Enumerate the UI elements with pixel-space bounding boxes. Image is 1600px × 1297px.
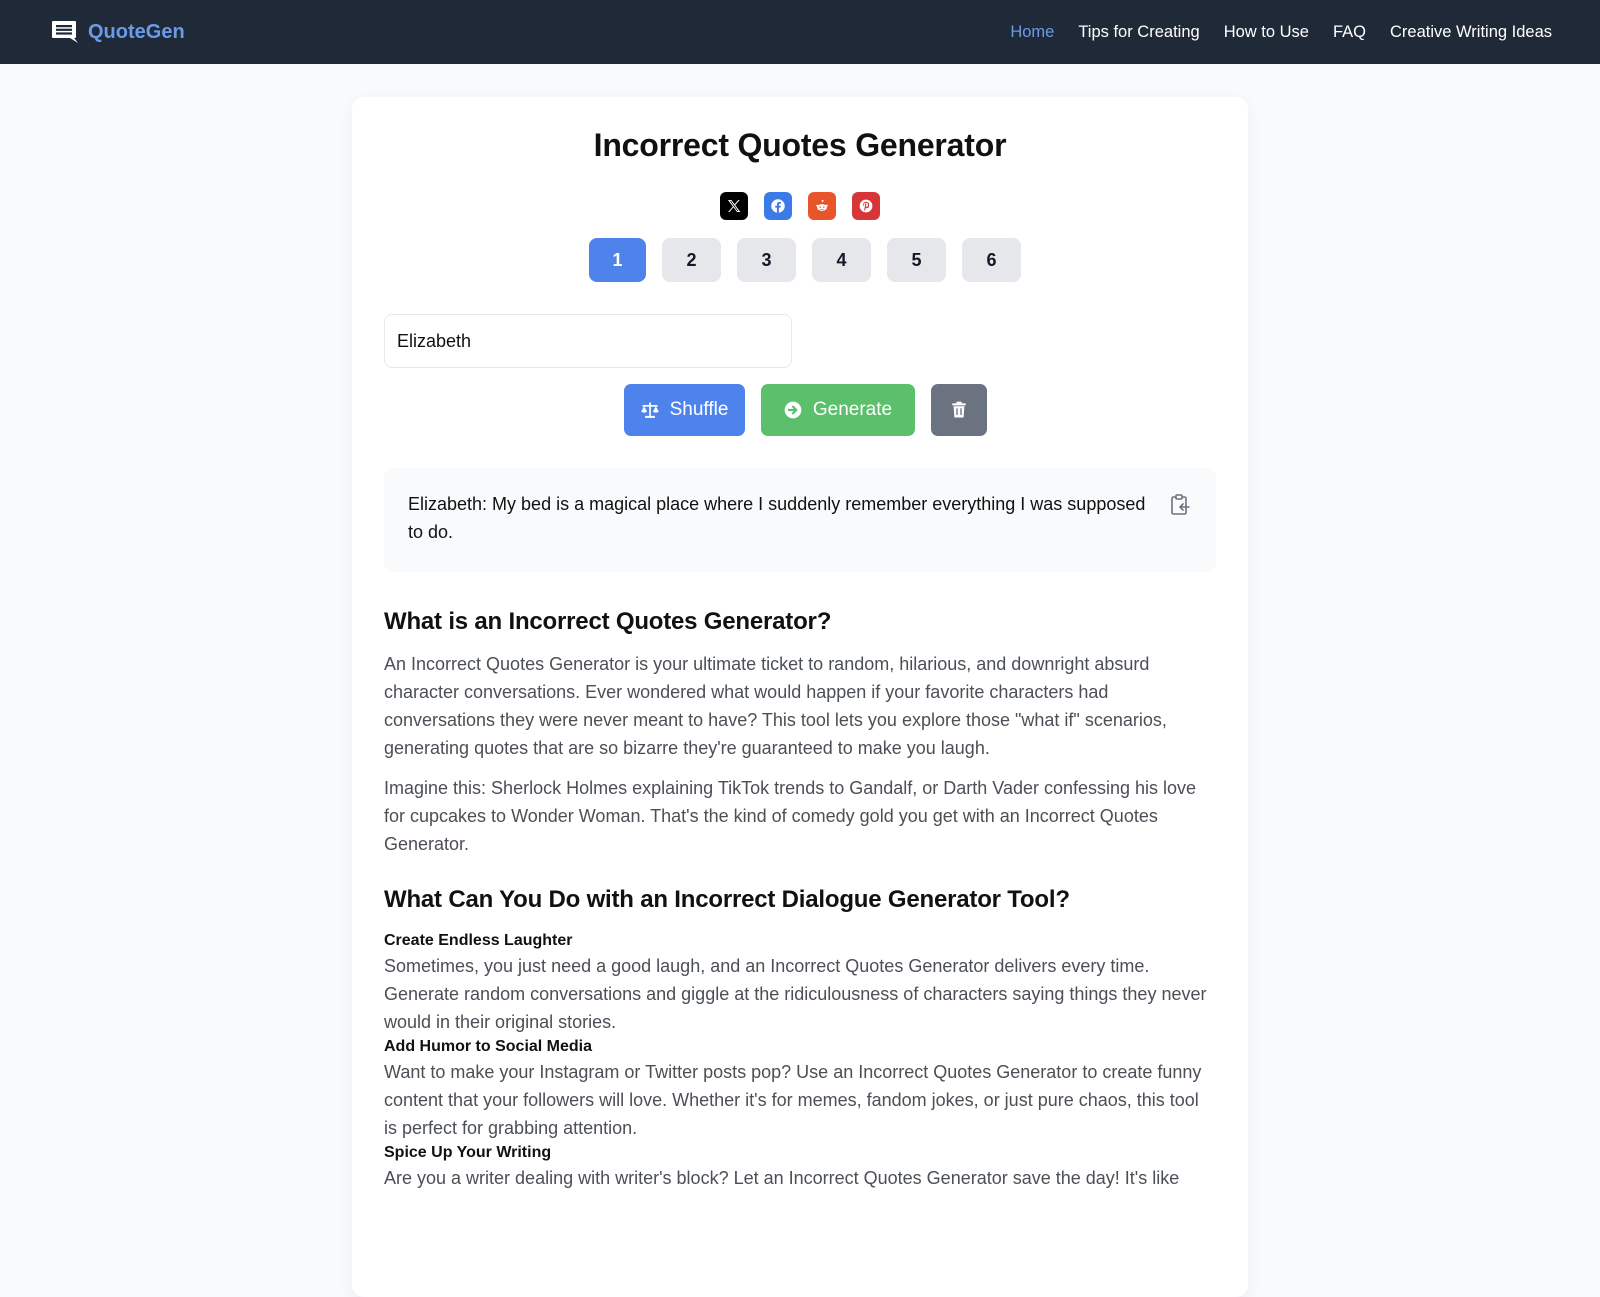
shuffle-label: Shuffle — [669, 399, 729, 420]
share-facebook-button[interactable] — [764, 192, 792, 220]
feature-item: Spice Up Your Writing Are you a writer d… — [384, 1142, 1216, 1192]
generated-quote-text: Elizabeth: My bed is a magical place whe… — [408, 494, 1146, 542]
trash-icon — [951, 401, 966, 418]
count-button-4[interactable]: 4 — [812, 238, 871, 282]
nav-link-how-to-use[interactable]: How to Use — [1224, 23, 1309, 42]
count-button-3[interactable]: 3 — [737, 238, 796, 282]
character-count-selector: 1 2 3 4 5 6 — [384, 238, 1216, 282]
count-button-5[interactable]: 5 — [887, 238, 946, 282]
x-icon — [728, 200, 741, 212]
pinterest-icon — [859, 199, 873, 213]
arrow-circle-right-icon — [784, 401, 802, 419]
balance-scale-icon — [640, 402, 659, 418]
share-pinterest-button[interactable] — [852, 192, 880, 220]
section-heading-what-can-you-do: What Can You Do with an Incorrect Dialog… — [384, 886, 1070, 913]
top-navbar: QuoteGen Home Tips for Creating How to U… — [0, 0, 1600, 64]
character-name-input[interactable] — [384, 314, 792, 368]
feature-item: Create Endless Laughter Sometimes, you j… — [384, 930, 1216, 1036]
share-reddit-button[interactable] — [808, 192, 836, 220]
chat-message-icon — [52, 21, 78, 43]
section-heading-what-is: What is an Incorrect Quotes Generator? — [384, 608, 832, 635]
generate-button[interactable]: Generate — [760, 384, 915, 436]
page-title: Incorrect Quotes Generator — [593, 127, 1007, 163]
brand-logo-link[interactable]: QuoteGen — [50, 18, 185, 46]
clear-button[interactable] — [930, 384, 987, 436]
generated-quote-box: Elizabeth: My bed is a magical place whe… — [384, 468, 1216, 572]
nav-link-home[interactable]: Home — [1010, 23, 1054, 42]
reddit-icon — [816, 199, 828, 211]
feature-title: Create Endless Laughter — [384, 932, 573, 949]
section-what-can-you-do: What Can You Do with an Incorrect Dialog… — [384, 886, 1216, 1192]
feature-item: Add Humor to Social Media Want to make y… — [384, 1036, 1216, 1142]
feature-text: Sometimes, you just need a good laugh, a… — [384, 956, 1207, 1032]
copy-clipboard-icon[interactable] — [1170, 494, 1190, 516]
section-what-is: What is an Incorrect Quotes Generator? A… — [384, 608, 1216, 858]
share-x-button[interactable] — [720, 192, 748, 220]
feature-title: Spice Up Your Writing — [384, 1144, 552, 1161]
action-buttons: Shuffle Generate — [384, 384, 1216, 436]
share-buttons — [384, 192, 1216, 220]
feature-title: Add Humor to Social Media — [384, 1038, 593, 1055]
paragraph: An Incorrect Quotes Generator is your ul… — [384, 654, 1167, 758]
feature-text: Want to make your Instagram or Twitter p… — [384, 1062, 1202, 1138]
brand-name: QuoteGen — [88, 20, 185, 43]
paragraph: Imagine this: Sherlock Holmes explaining… — [384, 778, 1197, 854]
nav-links: Home Tips for Creating How to Use FAQ Cr… — [1010, 23, 1552, 42]
generate-label: Generate — [812, 399, 893, 420]
nav-link-creative-writing[interactable]: Creative Writing Ideas — [1390, 23, 1552, 42]
count-button-1[interactable]: 1 — [589, 238, 646, 282]
nav-link-faq[interactable]: FAQ — [1333, 23, 1366, 42]
generator-card: Incorrect Quotes Generator 1 2 3 4 5 6 E… — [352, 97, 1248, 1297]
facebook-icon — [771, 199, 785, 213]
nav-link-tips[interactable]: Tips for Creating — [1078, 23, 1199, 42]
count-button-2[interactable]: 2 — [662, 238, 721, 282]
shuffle-button[interactable]: Shuffle — [623, 384, 745, 436]
count-button-6[interactable]: 6 — [962, 238, 1021, 282]
feature-text: Are you a writer dealing with writer's b… — [384, 1168, 1180, 1188]
